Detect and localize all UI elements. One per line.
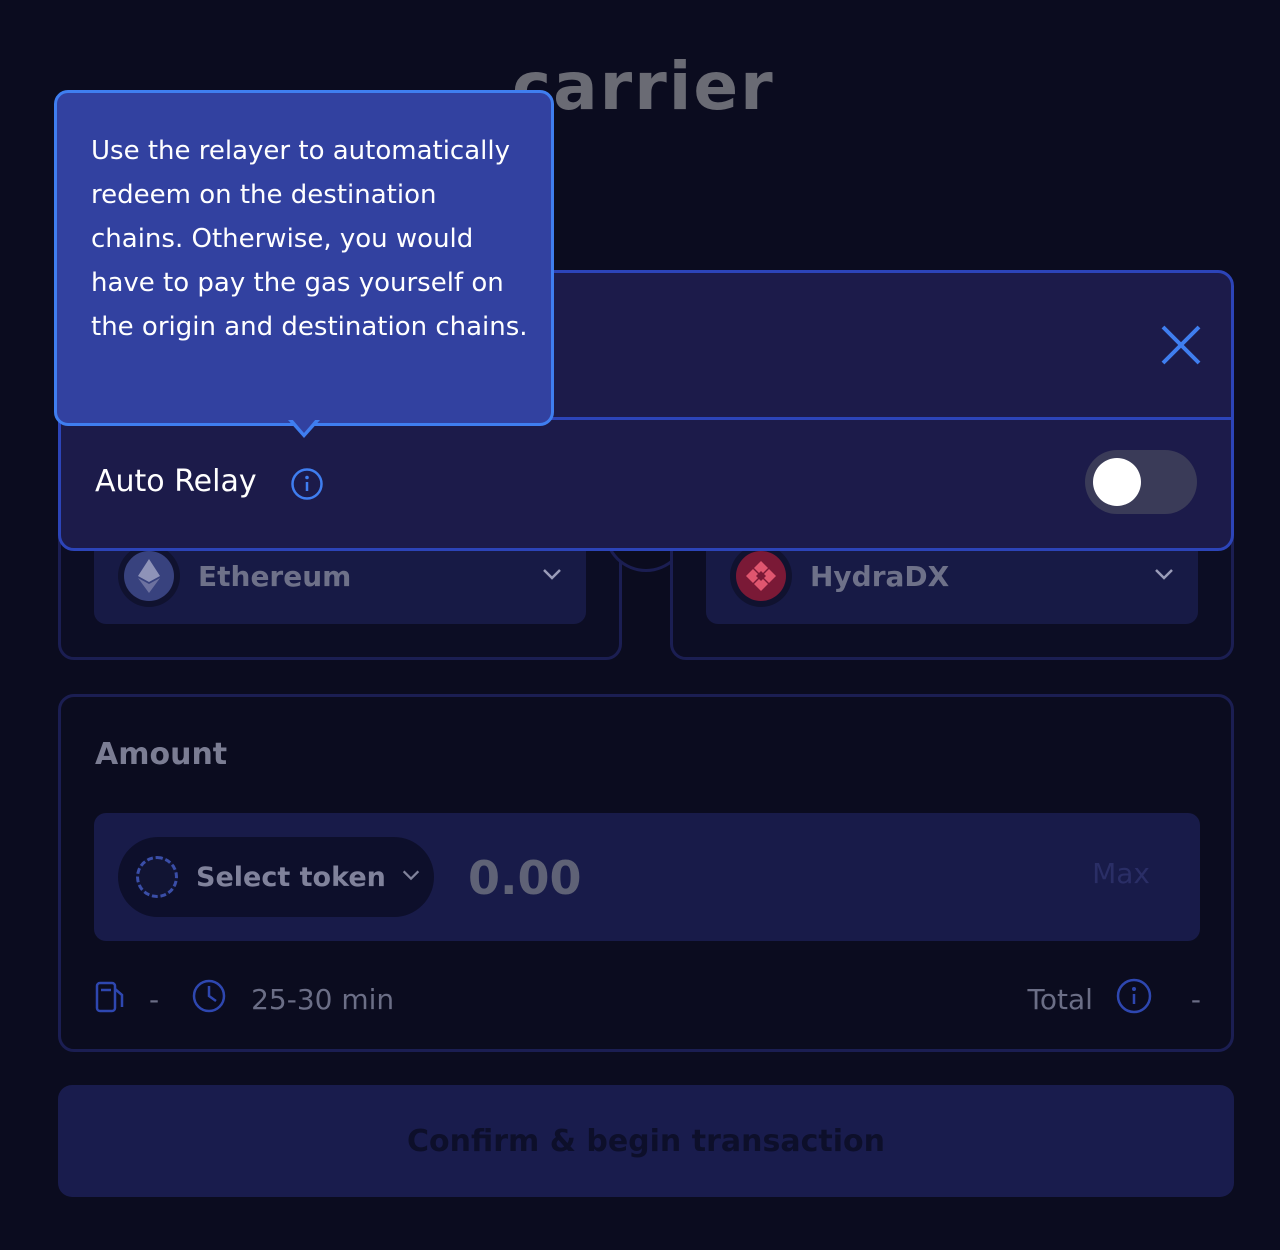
amount-label: Amount [95,737,228,772]
chevron-down-icon [1152,562,1176,590]
select-token-button[interactable]: Select token [118,837,434,917]
auto-relay-toggle[interactable] [1085,450,1197,514]
gas-fee-value: - [149,982,160,1016]
amount-input[interactable] [466,847,870,909]
toggle-knob [1093,458,1141,506]
source-chain-name: Ethereum [198,559,352,593]
time-estimate: 25-30 min [251,982,395,1016]
chevron-down-icon [400,864,422,890]
tooltip-text: Use the relayer to automatically redeem … [91,136,528,342]
select-token-label: Select token [196,861,386,893]
info-icon[interactable] [1115,977,1153,1022]
fee-info-row: - 25-30 min Total - [95,977,1201,1021]
token-placeholder-icon [136,856,178,898]
bridge-page: carrier Ethereum HydraDX Amount Select t… [0,0,1280,1250]
confirm-transaction-button[interactable]: Confirm & begin transaction [58,1085,1234,1197]
hydradx-icon [730,545,792,607]
auto-relay-tooltip: Use the relayer to automatically redeem … [54,90,554,426]
auto-relay-label: Auto Relay [95,464,257,499]
auto-relay-row: Auto Relay [61,420,1231,548]
total-value: - [1190,982,1201,1016]
max-button[interactable]: Max [1092,857,1150,890]
destination-chain-name: HydraDX [810,559,950,593]
close-icon[interactable] [1157,321,1205,369]
total-label: Total [1027,982,1093,1016]
total-group: Total - [1027,977,1201,1021]
gas-pump-icon [95,979,127,1020]
info-icon[interactable] [290,467,324,501]
amount-card: Amount Select token Max - [58,694,1234,1052]
ethereum-icon [118,545,180,607]
tooltip-arrow-fill [292,419,316,433]
chevron-down-icon [540,562,564,590]
amount-box: Select token Max [94,813,1200,941]
clock-icon [191,978,227,1021]
